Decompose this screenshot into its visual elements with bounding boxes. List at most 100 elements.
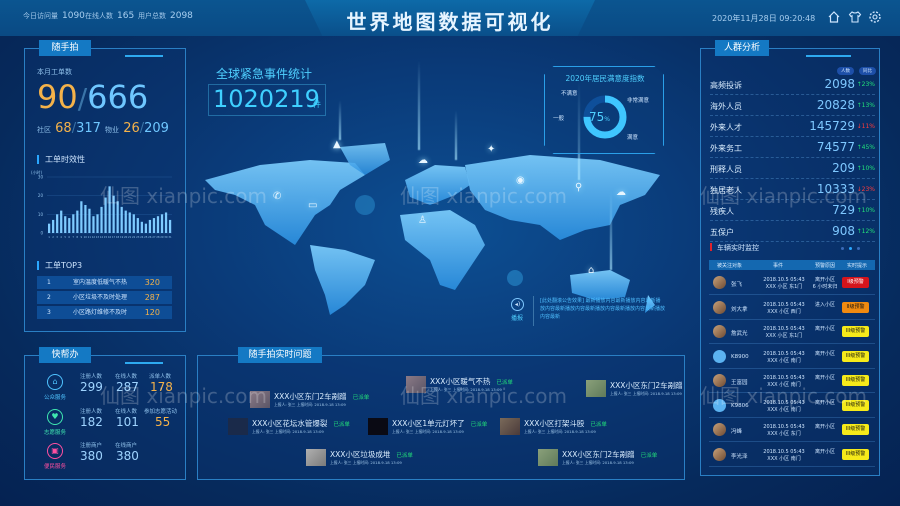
warning-badge[interactable]: III级预警	[842, 424, 869, 435]
bar[interactable]	[144, 223, 148, 233]
bar[interactable]	[100, 206, 103, 233]
bar[interactable]	[164, 212, 168, 233]
speaker-icon[interactable]: ◂)	[511, 298, 524, 311]
avatar	[713, 423, 726, 436]
arrow-up-icon: ↑10%	[856, 165, 875, 172]
bar[interactable]	[92, 216, 95, 233]
warning-badge[interactable]: I级预警	[842, 277, 869, 288]
carousel-dot[interactable]	[841, 247, 844, 250]
x-tick-label: 5	[64, 235, 66, 239]
shop-icon[interactable]: ▣	[47, 443, 63, 459]
house-marker-icon[interactable]: ⌂	[588, 265, 594, 276]
crowd-row-value: 20828	[816, 98, 855, 112]
bar[interactable]	[168, 219, 172, 233]
warning-badge[interactable]: II级预警	[842, 301, 869, 313]
crowd-row[interactable]: 刑释人员 209 ↑10%	[710, 159, 875, 179]
home-icon[interactable]	[827, 10, 841, 24]
bar[interactable]	[52, 219, 55, 233]
bar[interactable]	[152, 218, 156, 233]
carousel-dot-active[interactable]	[849, 247, 852, 250]
bar[interactable]	[56, 214, 59, 233]
warning-badge[interactable]: III级预警	[842, 350, 869, 362]
vehicle-row[interactable]: 冯峰 2018.10.5 05:43 XXX 小区 东门 离开小区 III级预警	[709, 418, 875, 442]
crowd-row[interactable]: 五保户 908 ↑12%	[710, 222, 875, 242]
vehicle-row[interactable]: 刘大拿 2018.10.5 05:43 XXX 小区 西门 进入小区 II级预警	[709, 296, 875, 320]
issues-tab[interactable]: 随手拍实时问题	[238, 347, 322, 363]
x-tick-label: 6	[68, 235, 70, 239]
bulb-marker-icon[interactable]: ✦	[487, 144, 495, 155]
crowd-row[interactable]: 海外人员 20828 ↑13%	[710, 96, 875, 116]
watermark: 仙图 xianpic.com	[100, 384, 268, 408]
avatar	[713, 447, 726, 461]
bar[interactable]	[148, 219, 152, 233]
cloud-upload-marker-icon[interactable]: ☁	[418, 155, 428, 166]
bar[interactable]	[48, 223, 51, 233]
crowd-row-value: 145729	[809, 119, 855, 133]
service-label: 志愿服务	[44, 430, 67, 436]
suishoupai-tab[interactable]: 随手拍	[39, 40, 91, 56]
bar[interactable]	[72, 214, 75, 233]
recycle-marker-icon[interactable]: ▲	[333, 139, 341, 150]
label-very-satisfied: 非常满意	[627, 98, 650, 104]
kuaibangban-tab[interactable]: 快帮办	[39, 347, 91, 363]
vehicle-event: 2018.10.5 05:43 XXX 小区 东门	[763, 424, 805, 437]
vehicle-row[interactable]: 詹武光 2018.10.5 05:43 XXX 小区 东1门 离开小区 III级预警	[709, 320, 875, 344]
folder-marker-icon[interactable]: ▭	[308, 200, 317, 211]
bar[interactable]	[80, 201, 83, 233]
warning-badge[interactable]: III级预警	[842, 326, 869, 337]
x-tick-label: 31	[168, 235, 172, 239]
bar[interactable]	[160, 214, 164, 233]
bar[interactable]	[156, 216, 160, 233]
home-service-icon[interactable]: ⌂	[47, 374, 63, 390]
bar[interactable]	[88, 208, 91, 233]
arrow-up-icon: ↑45%	[856, 144, 875, 151]
volunteer-icon[interactable]: ♥	[47, 409, 63, 425]
carousel-dot[interactable]	[857, 247, 860, 250]
vehicle-row[interactable]: 张飞 2018.10.5 05:43 XXX 小区 东1门 离开小区 6 小时未归 I级预…	[709, 271, 875, 295]
vehicle-event: 2018.10.5 05:43 XXX 小区 西门	[763, 301, 805, 315]
bar[interactable]	[124, 210, 127, 233]
kuaibangban-panel: 快帮办 ⌂ 公众服务 注册人数 299 在线人数 287 派单人数 178 ♥ …	[24, 347, 186, 480]
bar[interactable]	[76, 210, 79, 233]
gear-icon[interactable]	[868, 10, 882, 24]
vehicle-row[interactable]: 李光泽 2018.10.5 05:43 XXX 小区 南门 离开小区 III级预警	[709, 443, 875, 467]
crowd-row[interactable]: 外来人才 145729 ↓11%	[710, 117, 875, 137]
warning-badge[interactable]: III级预警	[842, 448, 869, 460]
satisfaction-title: 2020年居民满意度指数	[565, 74, 645, 83]
label-satisfied: 满意	[627, 135, 639, 141]
vehicle-subject: 张飞	[731, 282, 743, 288]
bar[interactable]	[68, 218, 71, 233]
col-people: 人数	[837, 67, 854, 75]
top3-row[interactable]: 2 小区垃圾不及时处理 287	[37, 291, 172, 304]
bar[interactable]	[120, 206, 123, 233]
bar[interactable]	[140, 221, 143, 233]
breakdown: 社区 68/317 物业 26/209	[37, 121, 169, 136]
location-marker-icon[interactable]: ⚲	[575, 182, 582, 193]
vehicle-row[interactable]: K8900 2018.10.5 05:43 XXX 小区 南门 离开小区 III级预警	[709, 345, 875, 369]
issue-thumbnail	[586, 380, 606, 397]
crowd-row-value: 908	[832, 224, 855, 238]
shirt-icon[interactable]	[848, 10, 862, 24]
crowd-row-value: 74577	[816, 140, 855, 154]
light-beam	[455, 110, 457, 160]
top3-row[interactable]: 3 小区路灯维修不及时 120	[37, 306, 172, 319]
vehicle-reason: 离开小区	[814, 326, 835, 332]
bar[interactable]	[96, 214, 99, 233]
watermark: 仙图 xianpic.com	[100, 184, 268, 208]
vehicle-subject: 冯峰	[731, 429, 743, 435]
top3-row[interactable]: 1 室内温度低暖气不热 320	[37, 276, 172, 289]
bar[interactable]	[136, 218, 139, 233]
crowd-row[interactable]: 外来务工 74577 ↑45%	[710, 138, 875, 158]
bar[interactable]	[132, 214, 135, 233]
person-marker-icon[interactable]: ♙	[418, 215, 427, 226]
bar[interactable]	[60, 210, 63, 233]
bar[interactable]	[64, 216, 67, 233]
bar[interactable]	[128, 212, 131, 233]
crowd-row[interactable]: 高频投诉 2098 ↑23%	[710, 75, 875, 95]
vehicle-table-header: 被关注对象 事件 预警原因 实时提示	[709, 260, 875, 270]
cloud-marker-icon[interactable]: ☁	[616, 187, 626, 198]
phone-marker-icon[interactable]: ✆	[273, 191, 281, 202]
crowd-tab[interactable]: 人群分析	[715, 40, 769, 56]
bar[interactable]	[84, 205, 87, 233]
light-beam	[610, 190, 612, 270]
